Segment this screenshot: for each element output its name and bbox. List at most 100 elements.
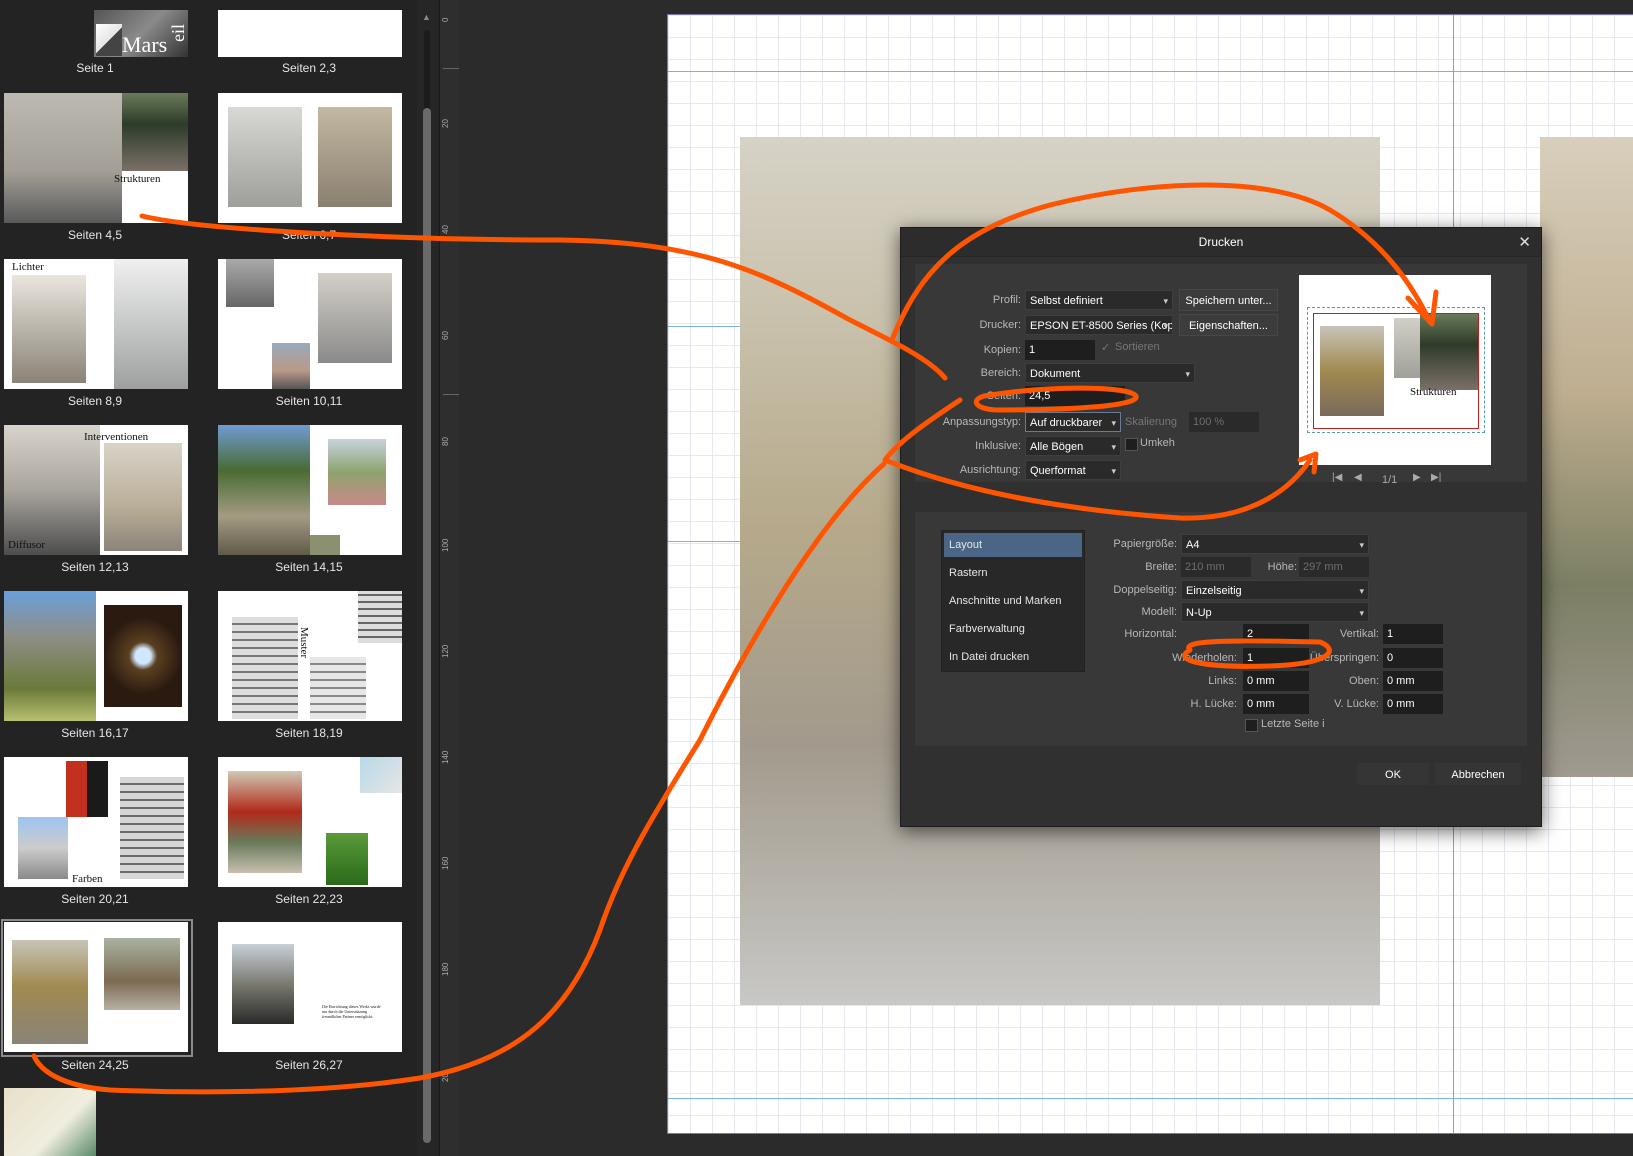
ruler-label: 160 [441, 856, 450, 870]
v-luecke-input[interactable]: 0 mm [1383, 694, 1443, 714]
thumbnail-title: eil [168, 24, 188, 42]
scroll-up-icon[interactable]: ▲ [422, 12, 431, 22]
thumbnail-title: Strukturen [114, 173, 161, 185]
page-thumbnail[interactable]: Interventionen Diffusor [4, 425, 188, 555]
category-rastern[interactable]: Rastern [944, 561, 1082, 585]
category-layout[interactable]: Layout [944, 533, 1082, 557]
page-thumbnail[interactable]: Mars eil [94, 10, 188, 57]
page-thumbnail[interactable]: Strukturen [4, 93, 188, 223]
thumbnail-label: Seiten 8,9 [67, 394, 123, 408]
thumbnail-label: Seiten 4,5 [67, 228, 123, 242]
print-dialog: Drucken ✕ Profil: Selbst definiert ▾ Spei… [900, 227, 1542, 827]
thumbnail-label: Seiten 16,17 [61, 726, 129, 740]
skalierung-label: Skalierung [1125, 416, 1177, 428]
modell-dropdown[interactable]: N-Up ▾ [1181, 602, 1369, 622]
close-icon[interactable]: ✕ [1518, 233, 1531, 251]
previous-page-icon[interactable]: ◀ [1354, 472, 1362, 483]
thumbnail-title: Lichter [12, 261, 44, 273]
building-photo[interactable] [1540, 137, 1633, 777]
page-thumbnail[interactable] [4, 591, 188, 721]
first-page-icon[interactable]: |◀ [1332, 472, 1342, 483]
properties-button[interactable]: Eigenschaften... [1179, 314, 1278, 336]
thumbnail-photo [122, 93, 188, 171]
umkehren-checkbox[interactable] [1125, 438, 1138, 451]
thumbnail-body-text: Die Einrichtung dieses Werks wurde nur d… [322, 1004, 381, 1019]
ok-button[interactable]: OK [1357, 763, 1429, 785]
preview-photo [1420, 314, 1478, 390]
seiten-input[interactable]: 24,5 [1025, 386, 1125, 406]
breite-input[interactable]: 210 mm [1181, 557, 1251, 577]
page-thumbnail[interactable]: Muster [218, 591, 402, 721]
hoehe-input[interactable]: 297 mm [1299, 557, 1369, 577]
thumbnail-photo [4, 591, 96, 721]
h-luecke-input[interactable]: 0 mm [1243, 694, 1309, 714]
chevron-down-icon: ▾ [1111, 466, 1116, 476]
thumbnail-label: Seiten 22,23 [275, 892, 343, 906]
scroll-thumb[interactable] [423, 108, 431, 1143]
anpassungstyp-dropdown[interactable]: Auf druckbarer ▾ [1025, 412, 1121, 432]
bereich-label: Bereich: [980, 367, 1021, 379]
papiergroesse-dropdown[interactable]: A4 ▾ [1181, 534, 1369, 554]
guide-line[interactable] [668, 1098, 1633, 1099]
pages-panel: Mars eil Seite 1 Seiten 2,3 Strukturen S… [0, 0, 417, 1156]
preview-title: Strukturen [1410, 386, 1457, 398]
ueberspringen-input[interactable]: 0 [1383, 648, 1443, 668]
page-thumbnail-selected[interactable] [4, 922, 188, 1052]
letzte-seite-checkbox[interactable] [1245, 719, 1258, 732]
page-thumbnail[interactable] [218, 425, 402, 555]
last-page-icon[interactable]: ▶| [1431, 472, 1441, 483]
save-as-button[interactable]: Speichern unter... [1179, 289, 1278, 311]
oben-input[interactable]: 0 mm [1383, 671, 1443, 691]
thumbnail-photo [120, 777, 184, 879]
breite-label: Breite: [1145, 561, 1177, 573]
category-anschnitte[interactable]: Anschnitte und Marken [944, 589, 1082, 613]
preview-photo [1394, 318, 1422, 378]
thumbnail-title: Mars [122, 32, 168, 57]
horizontal-input[interactable]: 2 [1243, 624, 1309, 644]
kopien-input[interactable]: 1 [1025, 340, 1095, 360]
page-thumbnail[interactable] [4, 1088, 96, 1156]
oben-label: Oben: [1349, 675, 1379, 687]
page-thumbnail[interactable]: Die Einrichtung dieses Werks wurde nur d… [218, 922, 402, 1052]
pages-panel-scrollbar[interactable]: ▲ [417, 0, 439, 1156]
inklusive-label: Inklusive: [975, 440, 1021, 452]
links-input[interactable]: 0 mm [1243, 671, 1309, 691]
page-thumbnail[interactable]: Farben [4, 757, 188, 887]
page-thumbnail[interactable] [218, 757, 402, 887]
thumbnail-photo [310, 535, 340, 555]
chevron-down-icon: ▾ [1359, 586, 1364, 596]
ruler-label: 20 [441, 119, 450, 128]
cancel-button[interactable]: Abbrechen [1435, 763, 1521, 785]
thumbnail-photo [328, 439, 386, 505]
ueberspringen-label: Überspringen: [1309, 652, 1379, 664]
ruler-label: 20 [441, 1073, 450, 1082]
thumbnail-label: Seiten 18,19 [275, 726, 343, 740]
profil-dropdown[interactable]: Selbst definiert ▾ [1025, 290, 1173, 310]
modell-label: Modell: [1141, 606, 1177, 618]
page-thumbnail[interactable] [218, 93, 402, 223]
page-thumbnail[interactable]: Lichter [4, 259, 188, 389]
thumbnail-label: Seiten 14,15 [275, 560, 343, 574]
skalierung-input[interactable]: 100 % [1189, 412, 1259, 432]
vertikal-input[interactable]: 1 [1383, 624, 1443, 644]
thumbnail-photo [4, 93, 122, 223]
category-farbverwaltung[interactable]: Farbverwaltung [944, 617, 1082, 641]
thumbnail-photo [218, 425, 310, 555]
page-thumbnail[interactable] [218, 10, 402, 57]
papiergroesse-label: Papiergröße: [1113, 538, 1177, 550]
chevron-down-icon: ▾ [1163, 296, 1168, 306]
vertikal-label: Vertikal: [1339, 628, 1379, 640]
hoehe-label: Höhe: [1267, 561, 1297, 573]
guide-line[interactable] [668, 71, 1633, 72]
sortieren-label[interactable]: Sortieren [1115, 341, 1160, 353]
inklusive-dropdown[interactable]: Alle Bögen ▾ [1025, 436, 1121, 456]
doppelseitig-dropdown[interactable]: Einzelseitig ▾ [1181, 580, 1369, 600]
bereich-dropdown[interactable]: Dokument ▾ [1025, 363, 1195, 383]
ausrichtung-dropdown[interactable]: Querformat ▾ [1025, 460, 1121, 480]
checkmark-icon: ✓ [1101, 342, 1111, 354]
profil-label: Profil: [992, 294, 1021, 306]
next-page-icon[interactable]: ▶ [1413, 472, 1421, 483]
page-thumbnail[interactable] [218, 259, 402, 389]
drucker-dropdown[interactable]: EPSON ET-8500 Series (Kop ▾ [1025, 315, 1173, 335]
category-in-datei[interactable]: In Datei drucken [944, 645, 1082, 669]
